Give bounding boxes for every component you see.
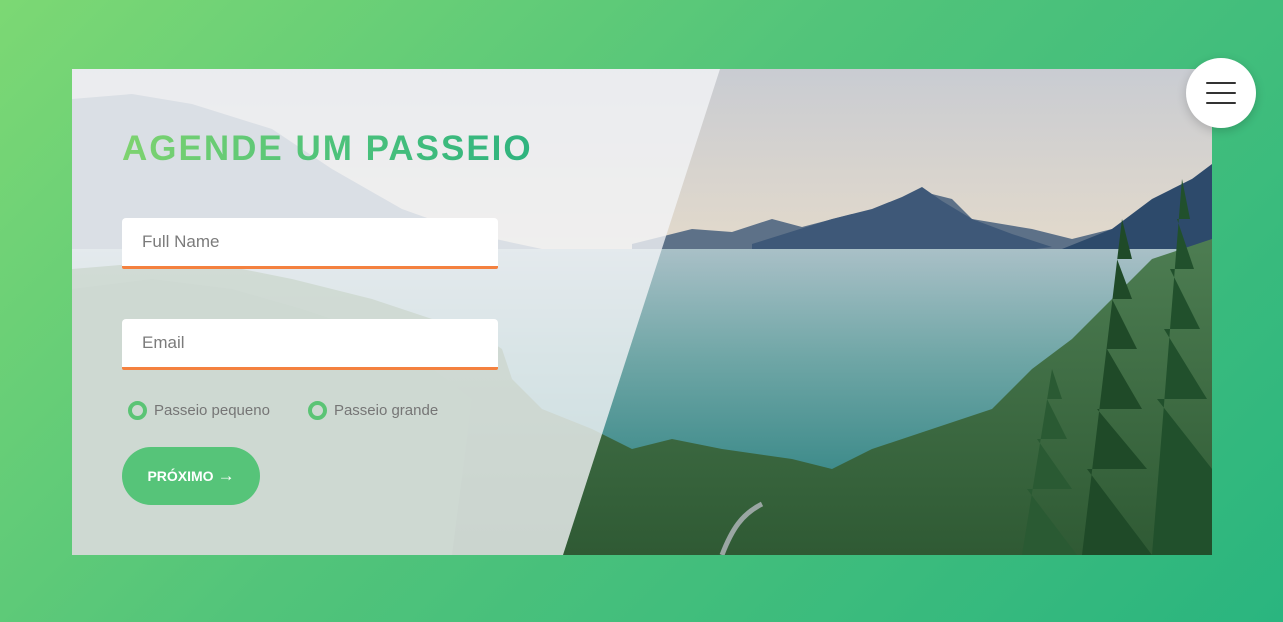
full-name-input[interactable] — [122, 218, 498, 269]
radio-option-small-tour[interactable]: Passeio pequeno — [128, 401, 270, 420]
next-button[interactable]: PRÓXIMO → — [122, 447, 260, 505]
hamburger-menu-button[interactable] — [1186, 58, 1256, 128]
booking-card: AGENDE UM PASSEIO Passeio pequeno Passei… — [72, 69, 1212, 555]
hamburger-menu-icon — [1206, 92, 1236, 94]
email-input[interactable] — [122, 319, 498, 370]
form-title: AGENDE UM PASSEIO — [122, 129, 533, 168]
radio-button[interactable] — [128, 401, 147, 420]
radio-option-large-tour[interactable]: Passeio grande — [307, 401, 439, 420]
tour-size-options: Passeio pequeno Passeio grande — [128, 401, 438, 420]
radio-label: Passeio grande — [333, 402, 439, 419]
hamburger-menu-icon — [1206, 102, 1236, 104]
next-button-label: PRÓXIMO — [147, 468, 214, 484]
radio-label: Passeio pequeno — [154, 402, 270, 419]
arrow-right-icon: → — [217, 466, 235, 485]
radio-button[interactable] — [307, 401, 327, 420]
hamburger-menu-icon — [1206, 82, 1236, 84]
